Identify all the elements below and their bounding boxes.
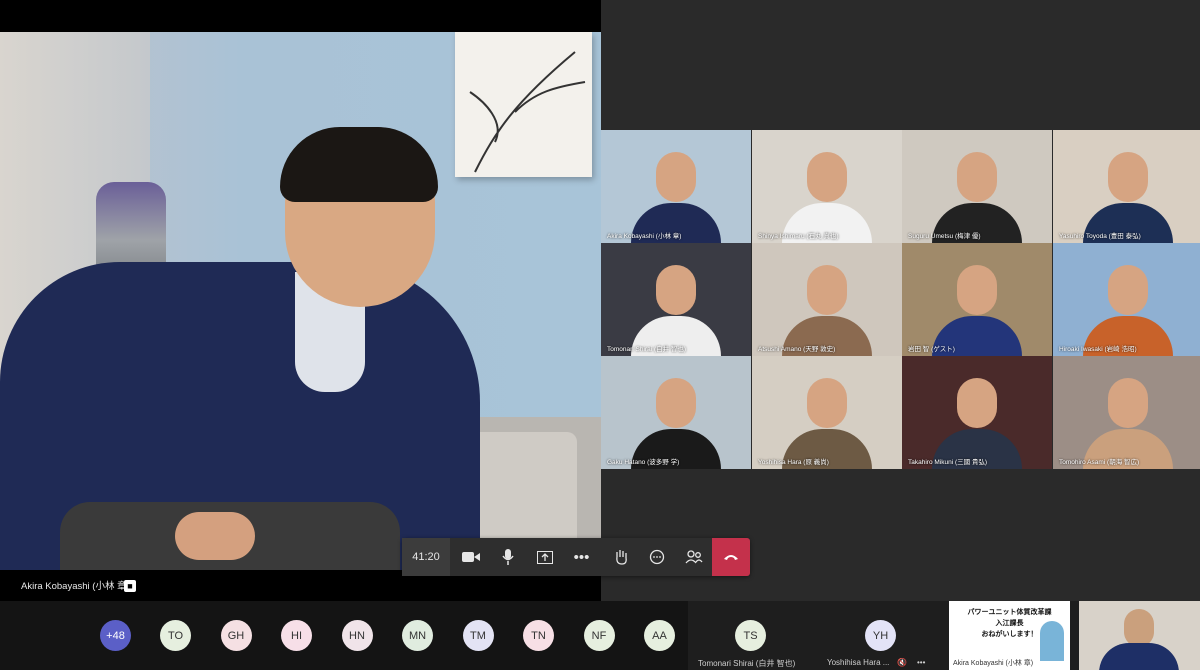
chat-icon (649, 549, 664, 565)
participant-name-label: Shinya Ishimaru (石丸 真也) (758, 233, 839, 240)
participant-tile[interactable]: Tomonari Shirai (白井 智也) (601, 243, 751, 356)
participant-face (807, 152, 847, 202)
participant-face (656, 152, 696, 202)
phone-hangup-icon (724, 555, 738, 560)
shared-content-thumbnail[interactable]: パワーユニット体質改革課 入江課長 おねがいします！ Akira Kobayas… (949, 601, 1070, 670)
participant-face (807, 378, 847, 428)
participant-name-label: Tomohiro Asami (朝海 智広) (1059, 459, 1140, 466)
self-view-thumbnail[interactable] (1079, 601, 1200, 670)
participant-tile[interactable]: Yasuhiro Toyoda (豊田 泰弘) (1053, 130, 1200, 243)
camera-icon (461, 552, 480, 562)
participant-name-label: 岩田 智 (ゲスト) (908, 346, 955, 353)
participant-slot-avatar[interactable]: YH (865, 620, 896, 651)
raise-hand-icon (615, 550, 627, 565)
speaker-hair (280, 127, 438, 202)
participant-tile[interactable]: Akira Kobayashi (小林 章) (601, 130, 751, 243)
self-face (1124, 609, 1154, 647)
more-actions-button[interactable]: ••• (563, 538, 600, 576)
participant-face (957, 378, 997, 428)
microphone-icon (501, 549, 514, 565)
participant-tile[interactable]: Suguru Umetsu (梅津 優) (902, 130, 1052, 243)
speaker-video (0, 32, 601, 570)
participant-tile[interactable]: Tomohiro Asami (朝海 智広) (1053, 356, 1200, 469)
participant-tile[interactable]: Atsushi Amano (天野 敦史) (752, 243, 902, 356)
share-thumb-name: Akira Kobayashi (小林 章) (953, 660, 1034, 667)
overflow-participants-avatar[interactable]: +48 (100, 620, 131, 651)
speaker-name-label: Akira Kobayashi (小林 章) (21, 581, 130, 592)
participant-slot-name: Yoshihisa Hara ... (827, 658, 890, 667)
participant-name-label: Gaku Hatano (波多野 学) (607, 459, 680, 466)
participant-face (807, 265, 847, 315)
participant-name-label: Tomonari Shirai (白井 智也) (607, 346, 687, 353)
participants-icon (685, 550, 703, 564)
person-pin-icon[interactable]: ■ (124, 580, 136, 592)
participant-face (1108, 378, 1148, 428)
wall-art (455, 32, 592, 177)
participant-tile[interactable]: Gaku Hatano (波多野 学) (601, 356, 751, 469)
speaker-hand (175, 512, 255, 560)
call-timer: 41:20 (402, 538, 450, 576)
participant-avatar[interactable]: TM (462, 620, 494, 651)
participant-avatar[interactable]: TN (523, 620, 554, 651)
participant-face (1108, 152, 1148, 202)
chat-button[interactable] (638, 538, 675, 576)
participant-name-label: Takahiro Mikuni (三國 貴弘) (908, 459, 988, 466)
participants-button[interactable] (675, 538, 712, 576)
participant-slot-name: Tomonari Shirai (白井 智也) (698, 659, 796, 668)
participant-name-label: Hiroaki Iwasaki (岩崎 浩昭) (1059, 346, 1137, 353)
participant-tile[interactable]: Yoshihisa Hara (原 義尚) (752, 356, 902, 469)
participant-avatar[interactable]: TO (160, 620, 191, 651)
mic-button[interactable] (489, 538, 526, 576)
hang-up-button[interactable] (712, 538, 750, 576)
participant-face (1108, 265, 1148, 315)
share-screen-button[interactable] (526, 538, 563, 576)
participant-name-label: Yasuhiro Toyoda (豊田 泰弘) (1059, 233, 1141, 240)
participant-tile[interactable]: Shinya Ishimaru (石丸 真也) (752, 130, 902, 243)
participant-avatar[interactable]: MN (402, 620, 433, 651)
raise-hand-button[interactable] (602, 538, 639, 576)
participant-tile[interactable]: Hiroaki Iwasaki (岩崎 浩昭) (1053, 243, 1200, 356)
participant-face (957, 152, 997, 202)
meeting-control-bar: 41:20 ••• (402, 538, 750, 576)
participant-name-label: Yoshihisa Hara (原 義尚) (758, 459, 829, 466)
participant-face (656, 378, 696, 428)
participant-avatar[interactable]: AA (644, 620, 675, 651)
participant-tile[interactable]: 岩田 智 (ゲスト) (902, 243, 1052, 356)
participant-avatar[interactable]: NF (583, 620, 615, 651)
share-screen-icon (536, 550, 553, 564)
main-speaker-panel: Akira Kobayashi (小林 章) ■ (0, 0, 601, 601)
slot-more-options-button[interactable]: ••• (917, 658, 925, 667)
participant-slot-avatar[interactable]: TS (735, 620, 766, 651)
person-figure (1040, 621, 1064, 661)
participant-tile[interactable]: Takahiro Mikuni (三國 貴弘) (902, 356, 1052, 469)
participant-avatar[interactable]: HN (341, 620, 373, 651)
tree-art-icon (469, 51, 586, 173)
muted-mic-icon: 🔇 (897, 658, 907, 667)
participant-avatar[interactable]: HI (281, 620, 312, 651)
participant-name-label: Atsushi Amano (天野 敦史) (758, 346, 836, 353)
participant-face (957, 265, 997, 315)
more-dots-icon: ••• (573, 548, 590, 566)
participant-name-label: Suguru Umetsu (梅津 優) (908, 233, 981, 240)
participant-face (656, 265, 696, 315)
camera-button[interactable] (452, 538, 489, 576)
self-torso (1099, 643, 1179, 670)
participant-name-label: Akira Kobayashi (小林 章) (607, 233, 682, 240)
share-line-1: パワーユニット体質改革課 (967, 609, 1052, 616)
participant-avatar[interactable]: GH (220, 620, 252, 651)
